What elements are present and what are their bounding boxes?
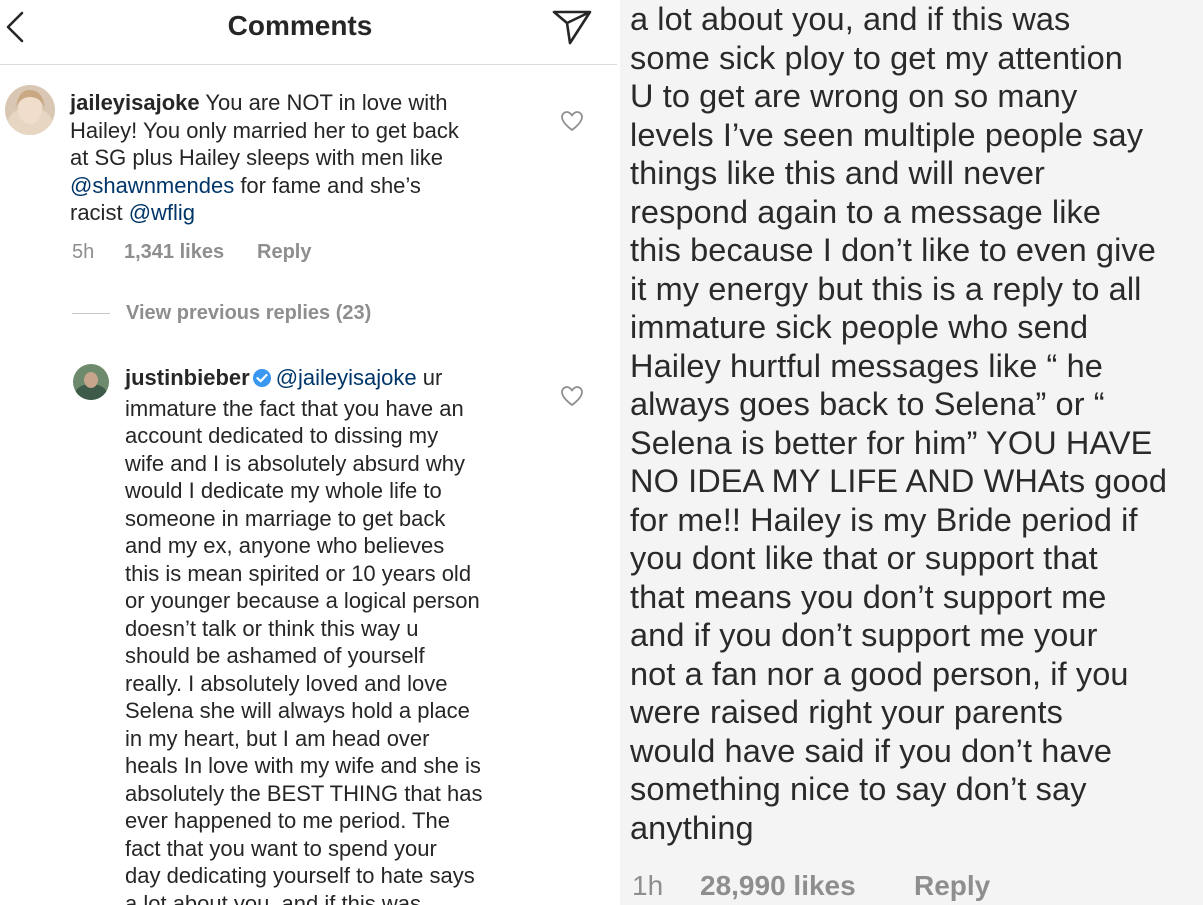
likes-count[interactable]: 1,341 likes <box>124 241 224 264</box>
comment-line: doesn’t talk or think this way u <box>125 615 419 641</box>
reply-line: would have said if you don’t have <box>630 732 1113 769</box>
reply-line: some sick ploy to get my attention <box>630 39 1123 76</box>
comment-time: 5h <box>72 241 95 263</box>
comment-body: immature the fact that you have an accoun… <box>125 395 565 905</box>
reply-line: were raised right your parents <box>630 694 1063 730</box>
comment-line: immature the fact that you have an <box>125 395 464 421</box>
reply-line: a lot about you, and if this was <box>630 1 1071 37</box>
reply-line: this because I don’t like to even give <box>630 232 1156 268</box>
reply-line: you dont like that or support that <box>630 540 1098 576</box>
avatar[interactable] <box>5 85 55 135</box>
heart-icon[interactable] <box>560 385 584 412</box>
reply-line: NO IDEA MY LIFE AND WHAts good <box>630 463 1168 499</box>
comment-meta: 1h 28,990 likes Reply <box>0 870 1203 904</box>
reply-line: and if you don’t support me your <box>630 617 1098 653</box>
mention-link[interactable]: @jaileyisajoke <box>276 365 417 390</box>
comment-text: jaileyisajoke You are NOT in love with H… <box>70 90 459 225</box>
comment-username[interactable]: jaileyisajoke <box>70 90 200 115</box>
comments-header: Comments <box>0 0 620 65</box>
reply-line: something nice to say don’t say <box>630 771 1087 807</box>
comment-text: justinbieber @jaileyisajoke ur immature t… <box>125 364 565 905</box>
reply-button[interactable]: Reply <box>257 241 311 264</box>
reply-line: always goes back to Selena” or “ <box>630 386 1105 422</box>
comment-line: fact that you want to spend your <box>125 835 437 861</box>
comment-line: this is mean spirited or 10 years old <box>125 560 472 586</box>
comment-username[interactable]: justinbieber <box>125 365 250 390</box>
reply-line: Selena is better for him” YOU HAVE <box>630 424 1153 461</box>
paper-plane-icon[interactable] <box>550 6 594 51</box>
comment-line: someone in marriage to get back <box>125 505 446 531</box>
comment-line: and my ex, anyone who believes <box>125 533 445 558</box>
comment-line: would I dedicate my whole life to <box>125 478 442 503</box>
reply-button[interactable]: Reply <box>914 870 990 902</box>
reply-line: Hailey hurtful messages like “ he <box>630 347 1103 384</box>
comment-line: should be ashamed of yourself <box>125 643 425 668</box>
comment-line: Selena she will always hold a place <box>125 698 470 723</box>
reply-line: levels I’ve seen multiple people say <box>630 116 1144 153</box>
divider <box>72 313 110 314</box>
comment-line: ever happened to me period. The <box>125 808 450 833</box>
reply-line: U to get are wrong on so many <box>630 78 1078 114</box>
reply-continuation-text: a lot about you, and if this was some sic… <box>630 0 1203 847</box>
comment-line: wife and I is absolutely absurd why <box>125 450 465 476</box>
page-title: Comments <box>227 10 373 41</box>
likes-count[interactable]: 28,990 likes <box>700 870 856 902</box>
comment-line: heals In love with my wife and she is <box>125 753 481 778</box>
reply-line: things like this and will never <box>630 155 1045 191</box>
comment-meta: 5h 1,341 likes Reply <box>0 241 620 267</box>
view-previous-replies-button[interactable]: View previous replies (23) <box>126 302 371 325</box>
reply-line: that means you don’t support me <box>630 578 1107 615</box>
reply-line: it my energy but this is a reply to all <box>630 270 1142 307</box>
comment-line: in my heart, but I am head over <box>125 725 430 751</box>
mention-link[interactable]: @shawnmendes <box>70 173 234 198</box>
heart-icon[interactable] <box>560 110 584 137</box>
reply-line: anything <box>630 809 754 846</box>
comment-line: absolutely the BEST THING that has <box>125 780 483 806</box>
reply-line: for me!! Hailey is my Bride period if <box>630 501 1138 538</box>
comments-screenshot-left: Comments jaileyisajoke You are NOT in lo… <box>0 0 620 905</box>
comment-line: or younger because a logical person <box>125 588 480 613</box>
reply-line: not a fan nor a good person, if you <box>630 655 1129 692</box>
mention-link[interactable]: @wflig <box>129 200 195 225</box>
reply-line: respond again to a message like <box>630 193 1102 230</box>
comment-time: 1h <box>632 870 664 901</box>
reply-line: immature sick people who send <box>630 309 1089 345</box>
comment-line: really. I absolutely loved and love <box>125 670 448 696</box>
comment-line: account dedicated to dissing my <box>125 423 439 448</box>
avatar[interactable] <box>73 364 109 400</box>
verified-badge-icon <box>252 367 272 395</box>
